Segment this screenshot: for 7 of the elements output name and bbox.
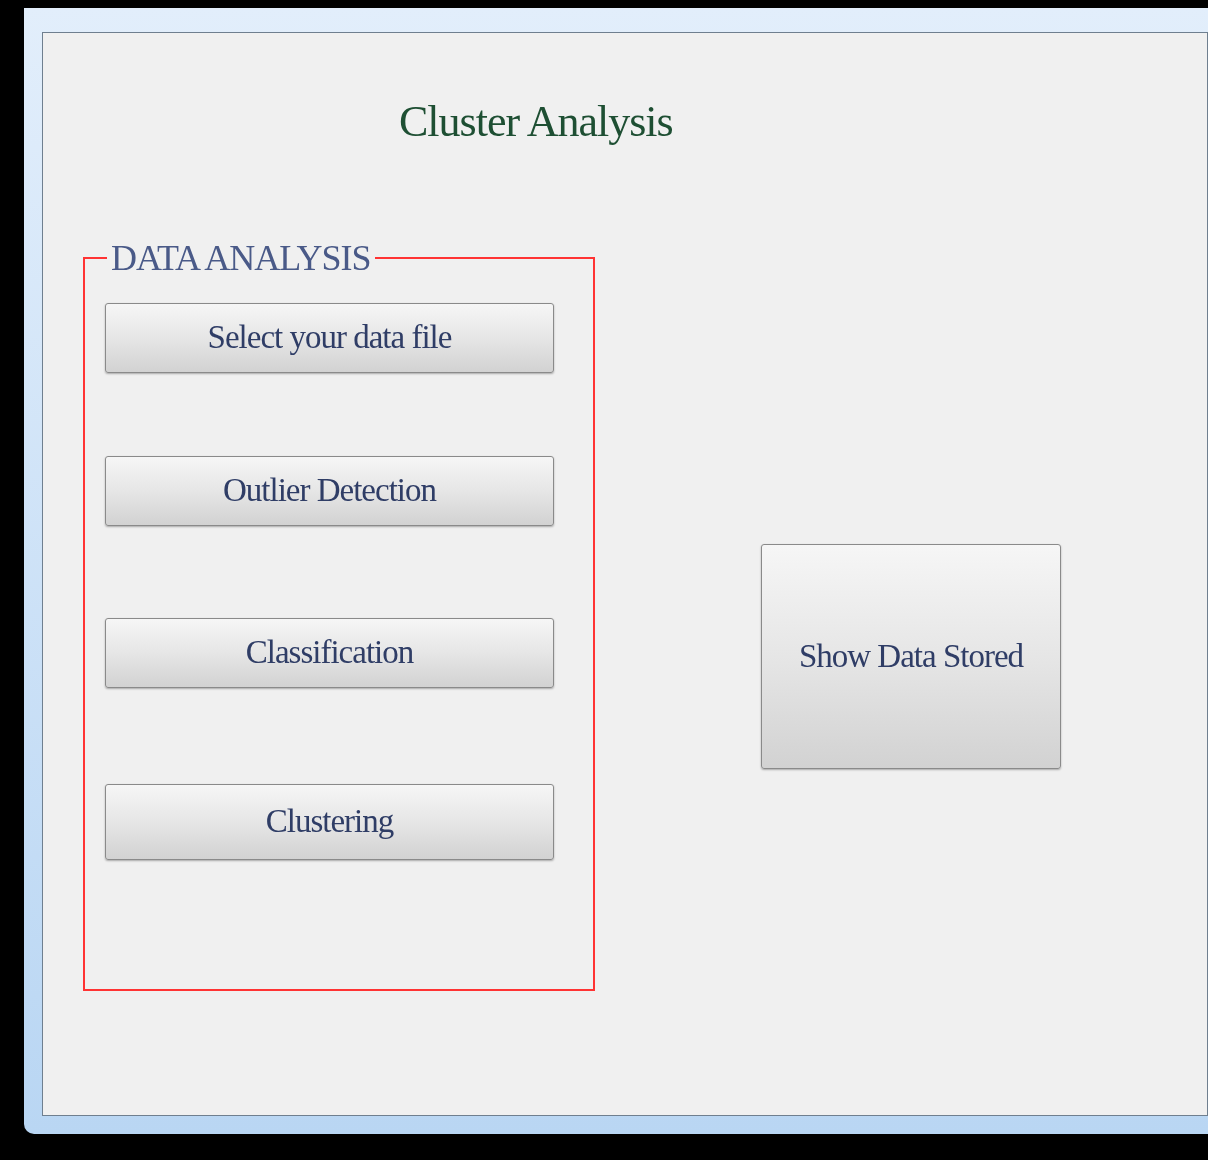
action-button[interactable]: Select your data file bbox=[105, 303, 554, 373]
show-data-button[interactable]: Show Data Stored bbox=[761, 544, 1061, 769]
group-legend: DATA ANALYSIS bbox=[107, 231, 375, 285]
action-button[interactable]: Classification bbox=[105, 618, 554, 688]
action-button[interactable]: Clustering bbox=[105, 784, 554, 860]
action-button[interactable]: Outlier Detection bbox=[105, 456, 554, 526]
window-heading: Cluster Analysis bbox=[399, 96, 673, 148]
